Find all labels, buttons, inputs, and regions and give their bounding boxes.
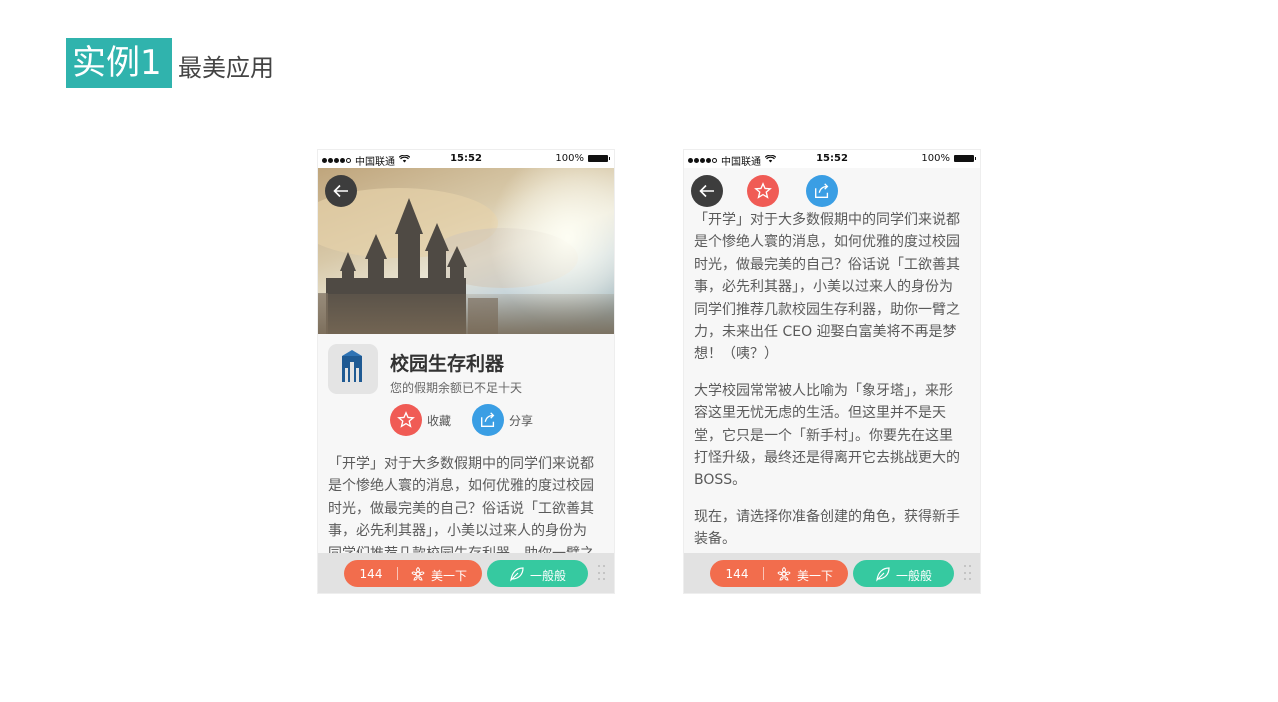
meh-label: 一般般	[530, 569, 567, 583]
share-icon	[472, 404, 504, 436]
article-paragraph: 「开学」对于大多数假期中的同学们来说都是个惨绝人寰的消息，如何优雅的度过校园时光…	[328, 456, 594, 553]
drag-handle-icon[interactable]	[598, 565, 606, 583]
leaf-icon	[510, 567, 524, 582]
favorite-label: 收藏	[427, 413, 452, 428]
arrow-left-icon	[699, 184, 714, 198]
bottom-bar: 144 美一下 一般般	[318, 553, 614, 593]
like-label: 美一下	[431, 569, 468, 583]
hero-image-castle	[318, 168, 614, 334]
slide-title: 最美应用	[178, 53, 274, 82]
star-icon	[390, 404, 422, 436]
like-count: 144	[725, 567, 749, 581]
app-icon	[328, 344, 378, 394]
slide-badge: 实例1	[66, 38, 172, 88]
favorite-button[interactable]	[747, 175, 779, 207]
meh-button[interactable]: 一般般	[853, 560, 954, 587]
article-paragraph-3: 现在，请选择你准备创建的角色，获得新手装备。	[694, 508, 960, 548]
battery-percent: 100%	[555, 153, 584, 164]
share-label: 分享	[509, 413, 534, 428]
app-subtitle: 您的假期余额已不足十天	[390, 381, 523, 395]
arrow-left-icon	[333, 184, 348, 198]
like-button[interactable]: 144 美一下	[344, 560, 482, 587]
leaf-icon	[876, 567, 890, 582]
phone-screen-detail: 中国联通 15:52 100% 校园生存利器 您的假期余额已不足十天 收藏 分享…	[318, 150, 614, 593]
star-icon	[754, 182, 772, 199]
back-button[interactable]	[691, 175, 723, 207]
meh-button[interactable]: 一般般	[487, 560, 588, 587]
favorite-button[interactable]: 收藏	[390, 404, 451, 436]
article-body: 「开学」对于大多数假期中的同学们来说都是个惨绝人寰的消息，如何优雅的度过校园时光…	[694, 209, 966, 551]
battery-icon	[954, 155, 976, 162]
status-bar: 中国联通 15:52 100%	[684, 150, 980, 168]
status-bar: 中国联通 15:52 100%	[318, 150, 614, 168]
article-paragraph-2: 大学校园常常被人比喻为「象牙塔」，来形容这里无忧无虑的生活。但这里并不是天堂，它…	[694, 382, 960, 489]
like-button[interactable]: 144 美一下	[710, 560, 848, 587]
share-icon	[815, 183, 829, 198]
slide-heading: 实例1 最美应用	[66, 38, 274, 88]
share-button[interactable]: 分享	[472, 404, 533, 436]
flower-icon	[411, 566, 425, 581]
meh-label: 一般般	[896, 569, 933, 583]
drag-handle-icon[interactable]	[964, 565, 972, 583]
article-paragraph-1: 「开学」对于大多数假期中的同学们来说都是个惨绝人寰的消息，如何优雅的度过校园时光…	[694, 212, 960, 363]
back-button[interactable]	[325, 175, 357, 207]
share-button[interactable]	[806, 175, 838, 207]
like-count: 144	[359, 567, 383, 581]
phone-screen-article: 中国联通 15:52 100% 「开学」对于大多数假期中的同学们来说都是个惨绝人…	[684, 150, 980, 593]
bottom-bar: 144 美一下 一般般	[684, 553, 980, 593]
like-label: 美一下	[797, 569, 834, 583]
battery-icon	[588, 155, 610, 162]
battery-percent: 100%	[921, 153, 950, 164]
article-preview: 「开学」对于大多数假期中的同学们来说都是个惨绝人寰的消息，如何优雅的度过校园时光…	[328, 453, 600, 553]
app-name: 校园生存利器	[390, 353, 505, 375]
flower-icon	[777, 566, 791, 581]
